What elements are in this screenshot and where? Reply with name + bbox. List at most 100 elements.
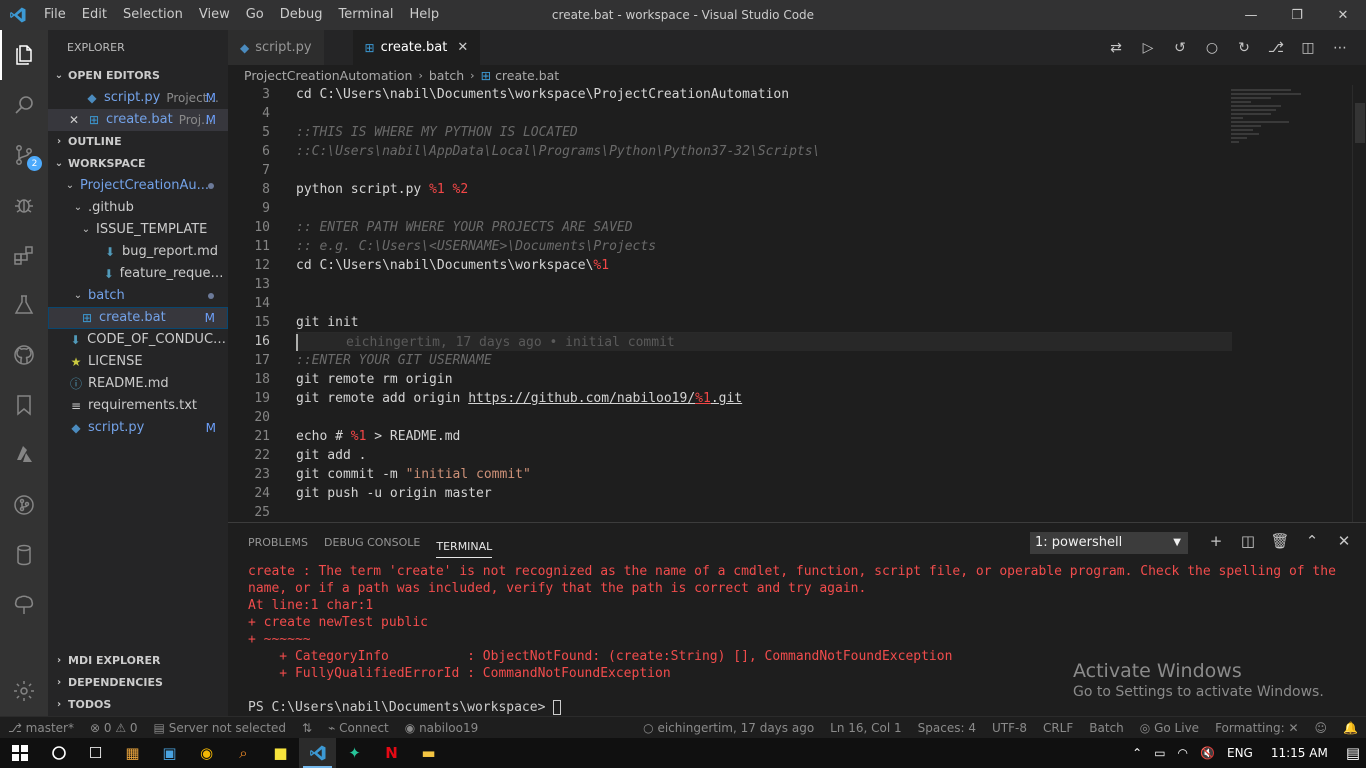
input-language[interactable]: ENG: [1221, 746, 1259, 760]
search-app-icon[interactable]: ⌕: [225, 738, 262, 768]
minimap[interactable]: [1231, 85, 1351, 522]
menu-go[interactable]: Go: [238, 0, 272, 30]
azure-icon[interactable]: [0, 430, 48, 480]
windows-start-icon[interactable]: [0, 738, 40, 768]
status-golive[interactable]: ◎ Go Live: [1132, 721, 1207, 735]
battery-icon[interactable]: ▭: [1148, 746, 1171, 760]
menu-view[interactable]: View: [191, 0, 238, 30]
tab-script-py[interactable]: ◆ script.py: [228, 30, 325, 65]
status-blame[interactable]: ○ eichingertim, 17 days ago: [635, 721, 822, 735]
outline-section[interactable]: › OUTLINE: [48, 131, 228, 153]
tree-folder-issue-template[interactable]: ⌄ ISSUE_TEMPLATE: [48, 219, 228, 241]
new-terminal-icon[interactable]: +: [1200, 532, 1232, 550]
split-editor-icon[interactable]: ◫: [1292, 40, 1324, 56]
status-server[interactable]: ▤ Server not selected: [146, 721, 294, 735]
menu-selection[interactable]: Selection: [115, 0, 191, 30]
cortana-search-icon[interactable]: [40, 738, 77, 768]
git-graph-icon[interactable]: [0, 480, 48, 530]
menu-terminal[interactable]: Terminal: [331, 0, 402, 30]
netflix-icon[interactable]: N: [373, 738, 410, 768]
feedback-smiley-icon[interactable]: ☺: [1307, 721, 1336, 735]
workspace-section[interactable]: ⌄ WORKSPACE: [48, 153, 228, 175]
status-problems[interactable]: ⊗ 0 ⚠ 0: [82, 721, 146, 735]
app-icon-photos[interactable]: ▣: [151, 738, 188, 768]
close-panel-icon[interactable]: ✕: [1328, 532, 1360, 550]
database-icon[interactable]: [0, 530, 48, 580]
status-user[interactable]: ◉ nabiloo19: [397, 721, 487, 735]
source-control-icon[interactable]: 2: [0, 130, 48, 180]
maximize-panel-icon[interactable]: ⌃: [1296, 532, 1328, 550]
restore-icon[interactable]: ❐: [1274, 0, 1320, 30]
tray-chevron-up-icon[interactable]: ⌃: [1126, 746, 1148, 760]
status-position[interactable]: Ln 16, Col 1: [822, 721, 910, 735]
settings-gear-icon[interactable]: [0, 666, 48, 716]
notifications-bell-icon[interactable]: 🔔: [1335, 721, 1366, 735]
app-icon-colorful[interactable]: ▦: [114, 738, 151, 768]
editor-scrollbar[interactable]: [1352, 85, 1366, 522]
open-editor-script-py[interactable]: ◆ script.py Project... M: [48, 87, 228, 109]
trash-icon[interactable]: 🗑: [1264, 532, 1296, 550]
close-window-icon[interactable]: ✕: [1320, 0, 1366, 30]
debug-icon[interactable]: [0, 180, 48, 230]
status-branch[interactable]: ⎇ master*: [0, 721, 82, 735]
volume-muted-icon[interactable]: 🔇: [1194, 746, 1221, 760]
menu-debug[interactable]: Debug: [272, 0, 331, 30]
close-tab-icon[interactable]: ✕: [457, 40, 468, 55]
clock[interactable]: 11:15 AM: [1259, 746, 1340, 760]
status-encoding[interactable]: UTF-8: [984, 721, 1035, 735]
status-connect[interactable]: ⌁ Connect: [320, 721, 397, 735]
tree-file-requirements[interactable]: ≡ requirements.txt: [48, 395, 228, 417]
search-icon[interactable]: [0, 80, 48, 130]
close-editor-icon[interactable]: ✕: [66, 109, 82, 131]
tree-file-script-py[interactable]: ◆ script.py M: [48, 417, 228, 439]
breadcrumb-project[interactable]: ProjectCreationAutomation: [244, 68, 412, 83]
mdi-explorer-section[interactable]: › MDI EXPLORER: [48, 650, 228, 672]
status-sync-icon[interactable]: ⇅: [294, 721, 320, 735]
status-spaces[interactable]: Spaces: 4: [910, 721, 984, 735]
menu-help[interactable]: Help: [401, 0, 447, 30]
breadcrumb-file[interactable]: create.bat: [495, 68, 559, 83]
tree-file-bug-report[interactable]: ⬇ bug_report.md: [48, 241, 228, 263]
git-graph-action-icon[interactable]: ⎇: [1260, 40, 1292, 56]
tab-debug-console[interactable]: DEBUG CONSOLE: [324, 523, 420, 563]
dependencies-section[interactable]: › DEPENDENCIES: [48, 672, 228, 694]
tree-file-license[interactable]: ★ LICENSE: [48, 351, 228, 373]
git-kraken-icon[interactable]: ✦: [336, 738, 373, 768]
todos-section[interactable]: › TODOS: [48, 694, 228, 716]
action-center-icon[interactable]: ▤: [1340, 744, 1366, 762]
tree-icon[interactable]: [0, 580, 48, 630]
url-link[interactable]: https://github.com/nabiloo19/: [468, 391, 695, 406]
chrome-icon[interactable]: ◉: [188, 738, 225, 768]
run-icon[interactable]: ▷: [1132, 40, 1164, 56]
tab-terminal[interactable]: TERMINAL: [436, 528, 493, 558]
split-terminal-icon[interactable]: ◫: [1232, 532, 1264, 550]
minimize-icon[interactable]: —: [1228, 0, 1274, 30]
status-formatting[interactable]: Formatting: ✕: [1207, 721, 1306, 735]
github-icon[interactable]: [0, 330, 48, 380]
bookmark-icon[interactable]: [0, 380, 48, 430]
scrollbar-thumb[interactable]: [1355, 103, 1365, 143]
explorer-icon[interactable]: [0, 30, 48, 80]
tree-file-feature-request[interactable]: ⬇ feature_request.md: [48, 263, 228, 285]
menu-file[interactable]: File: [36, 0, 74, 30]
status-eol[interactable]: CRLF: [1035, 721, 1081, 735]
compare-changes-icon[interactable]: ⇄: [1100, 40, 1132, 56]
status-language[interactable]: Batch: [1081, 721, 1132, 735]
file-explorer-icon[interactable]: ▬: [410, 738, 447, 768]
previous-change-icon[interactable]: ○: [1196, 40, 1228, 56]
open-editors-section[interactable]: ⌄ OPEN EDITORS: [48, 65, 228, 87]
tree-folder-github[interactable]: ⌄ .github: [48, 197, 228, 219]
vscode-taskbar-icon[interactable]: [299, 738, 336, 768]
open-editor-create-bat[interactable]: ✕ ⊞ create.bat Proj... M: [48, 109, 228, 131]
tree-file-code-of-conduct[interactable]: ⬇ CODE_OF_CONDUCT....: [48, 329, 228, 351]
sticky-notes-icon[interactable]: ■: [262, 738, 299, 768]
code-editor[interactable]: 3 4 5 6 7 8 9 10 11 12 13 14 15 16 17 18…: [228, 85, 1366, 522]
tree-folder-root[interactable]: ⌄ ProjectCreationAu...: [48, 175, 228, 197]
more-actions-icon[interactable]: ⋯: [1324, 40, 1356, 56]
menu-edit[interactable]: Edit: [74, 0, 115, 30]
tree-folder-batch[interactable]: ⌄ batch: [48, 285, 228, 307]
tree-file-readme[interactable]: ⓘ README.md: [48, 373, 228, 395]
go-back-icon[interactable]: ↺: [1164, 40, 1196, 56]
test-flask-icon[interactable]: [0, 280, 48, 330]
extensions-icon[interactable]: [0, 230, 48, 280]
